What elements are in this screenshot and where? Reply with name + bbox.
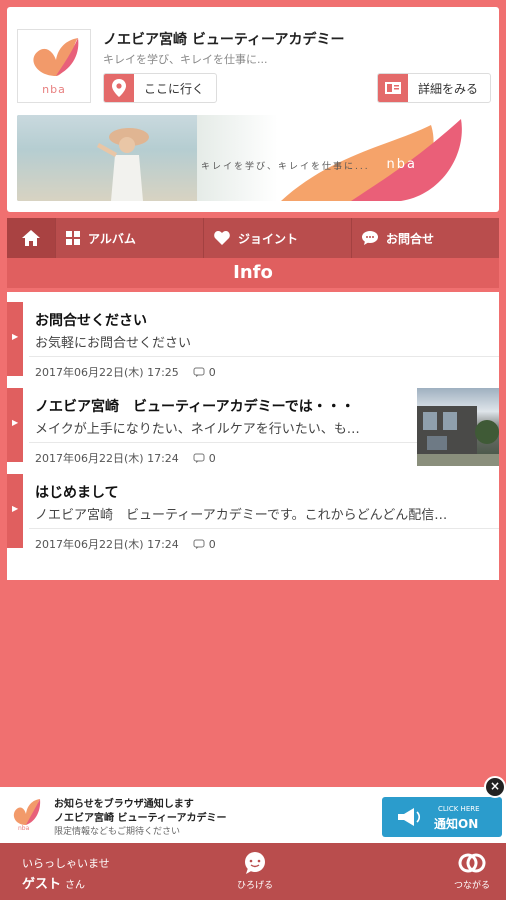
info-item-title: お問合せください <box>35 313 147 329</box>
building-photo <box>417 406 499 466</box>
banner-brand: nba <box>386 157 417 172</box>
divider <box>29 442 417 443</box>
shop-header-card: nba ノエビア宮崎 ビューティーアカデミー キレイを学び、キレイを仕事に...… <box>7 7 499 212</box>
info-item-desc: お気軽にお問合せください <box>35 336 192 351</box>
comment-count: 0 <box>193 538 216 551</box>
greeting-text: いらっしゃいませ <box>22 857 110 870</box>
link-icon <box>458 853 486 873</box>
info-item-desc: メイクが上手になりたい、ネイルケアを行いたい、も… <box>35 422 360 437</box>
user-name: ゲスト さん <box>22 877 86 892</box>
shop-title: ノエビア宮崎 ビューティーアカデミー <box>103 32 345 48</box>
banner-tagline: キレイを学び、キレイを仕事に... <box>201 162 370 172</box>
go-here-button[interactable]: ここに行く <box>103 73 217 103</box>
arrow-right-icon: ▶ <box>12 332 19 341</box>
chat-icon <box>362 231 378 245</box>
nav-home[interactable] <box>7 218 55 264</box>
item-marker: ▶ <box>7 388 23 462</box>
shop-logo: nba <box>17 29 91 103</box>
comment-count: 0 <box>193 452 216 465</box>
notify-on-label: 通知ON <box>434 817 479 831</box>
nav-album-label: アルバム <box>88 231 136 246</box>
comment-icon <box>193 367 205 377</box>
browser-notify-bar: nba お知らせをブラウザ通知します ノエビア宮崎 ビューティーアカデミー 限定… <box>0 787 506 843</box>
info-item[interactable]: ▶ はじめまして ノエビア宮崎 ビューティーアカデミーです。これからどんどん配信… <box>7 464 499 551</box>
nav-joint[interactable]: ジョイント <box>203 218 351 258</box>
info-item-meta: 2017年06月22日(木) 17:24 0 <box>35 536 216 552</box>
map-pin-icon <box>104 74 134 102</box>
heart-icon <box>214 231 230 245</box>
megaphone-icon <box>398 808 421 826</box>
home-icon <box>22 230 40 246</box>
banner-person-image <box>97 128 149 201</box>
go-here-label: ここに行く <box>144 81 205 96</box>
close-icon[interactable]: × <box>484 776 506 798</box>
shop-subtitle: キレイを学び、キレイを仕事に... <box>103 53 268 66</box>
notify-logo: nba <box>8 795 44 835</box>
details-label: 詳細をみる <box>418 81 479 96</box>
nav-contact-label: お問合せ <box>386 231 435 246</box>
comment-icon <box>193 453 205 463</box>
info-item-thumbnail[interactable] <box>417 388 499 466</box>
spread-button[interactable]: ひろげる <box>230 851 280 891</box>
info-item-title: はじめまして <box>35 485 119 501</box>
divider <box>29 356 499 357</box>
chat-bubble-icon <box>245 852 265 874</box>
info-item-desc: ノエビア宮崎 ビューティーアカデミーです。これからどんどん配信… <box>35 508 448 523</box>
comment-icon <box>193 539 205 549</box>
spread-label: ひろげる <box>236 881 273 891</box>
arrow-right-icon: ▶ <box>12 504 19 513</box>
info-item-date: 2017年06月22日(木) 17:24 <box>35 538 179 551</box>
notify-on-small: CLICK HERE <box>438 805 480 813</box>
notify-line3: 限定情報などもご期待ください <box>54 827 181 837</box>
notify-on-button[interactable]: CLICK HERE 通知ON <box>382 797 502 837</box>
item-marker: ▶ <box>7 474 23 548</box>
shop-banner: キレイを学び、キレイを仕事に... nba <box>17 115 491 201</box>
connect-label: つながる <box>453 881 490 891</box>
nav-joint-label: ジョイント <box>238 231 299 246</box>
arrow-right-icon: ▶ <box>12 418 19 427</box>
grid-icon <box>66 231 80 245</box>
notify-line1: お知らせをブラウザ通知します <box>54 799 194 810</box>
info-item[interactable]: ▶ お問合せください お気軽にお問合せください 2017年06月22日(木) 1… <box>7 292 499 379</box>
comment-count: 0 <box>193 366 216 379</box>
nav-contact[interactable]: お問合せ <box>351 218 499 258</box>
info-heading: Info <box>7 258 499 288</box>
banner-swoosh <box>281 119 462 201</box>
nav-album[interactable]: アルバム <box>55 218 203 258</box>
connect-button[interactable]: つながる <box>444 851 500 891</box>
details-button[interactable]: 詳細をみる <box>377 73 491 103</box>
item-marker: ▶ <box>7 302 23 376</box>
main-nav: アルバム ジョイント お問合せ <box>7 218 499 264</box>
info-item-title: ノエビア宮崎 ビューティーアカデミーでは・・・ <box>35 399 355 415</box>
divider <box>29 528 499 529</box>
notify-line2: ノエビア宮崎 ビューティーアカデミー <box>54 813 227 824</box>
footer-bar: いらっしゃいませ ゲスト さん ひろげる つながる <box>0 843 506 900</box>
logo-text: nba <box>42 83 66 96</box>
svg-text:nba: nba <box>18 825 30 831</box>
info-list: ▶ お問合せください お気軽にお問合せください 2017年06月22日(木) 1… <box>7 292 499 580</box>
card-icon <box>378 74 408 102</box>
